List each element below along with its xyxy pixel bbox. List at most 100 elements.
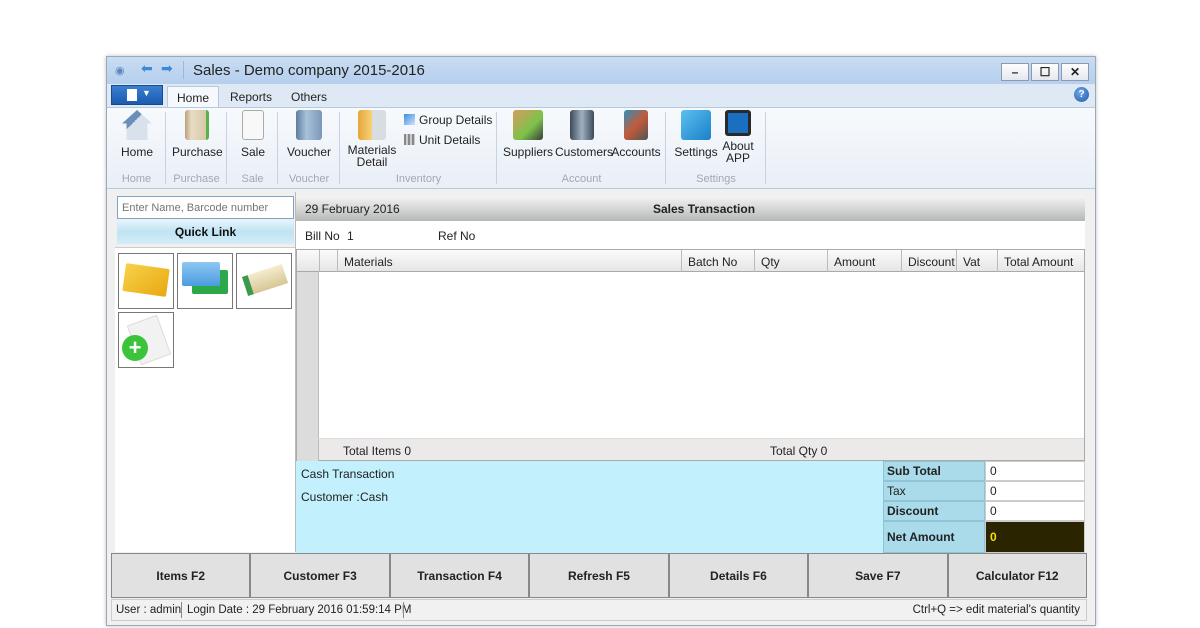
search-input[interactable]: [117, 196, 294, 219]
quick-link-new[interactable]: +: [118, 312, 174, 368]
tax-label: Tax: [883, 481, 985, 501]
group-details-button[interactable]: Group Details: [404, 113, 492, 127]
total-items: Total Items 0: [343, 444, 412, 458]
totals-panel: Sub Total 0 Tax 0 Discount 0 Net Amount …: [883, 461, 1085, 553]
group-label-settings: Settings: [696, 173, 736, 185]
sub-total-value: 0: [985, 461, 1085, 481]
help-icon[interactable]: ?: [1074, 87, 1089, 102]
purchase-button[interactable]: Purchase: [172, 110, 223, 159]
divider: [183, 61, 184, 79]
group-purchase: Purchase Purchase: [166, 108, 227, 188]
column-header-amount[interactable]: Amount: [827, 250, 901, 272]
details-button[interactable]: Details F6: [668, 553, 809, 598]
bill-info-row: Bill No 1 Ref No: [296, 221, 1085, 249]
divider: [181, 602, 182, 618]
transaction-info-panel: Cash Transaction Customer : Cash: [296, 461, 883, 553]
quick-link-cash[interactable]: [118, 253, 174, 309]
quick-link-header: Quick Link: [117, 220, 294, 244]
customer-value: Cash: [360, 490, 389, 504]
banknotes-icon: [122, 263, 170, 297]
group-label-inventory: Inventory: [395, 173, 442, 185]
quick-link-card[interactable]: [177, 253, 233, 309]
discount-row: Discount 0: [883, 501, 1085, 521]
group-details-label: Group Details: [419, 113, 493, 127]
customer-label: Customer :: [301, 490, 360, 504]
notebook-icon: [185, 110, 209, 140]
status-hint: Ctrl+Q => edit material's quantity: [912, 604, 1080, 616]
materials-grid[interactable]: Materials Batch No Qty Amount Discount V…: [296, 249, 1085, 461]
window-title: Sales - Demo company 2015-2016: [193, 62, 425, 79]
accounts-icon: [624, 110, 648, 140]
sale-button-label: Sale: [240, 145, 266, 159]
contact-book-icon: [570, 110, 594, 140]
group-label-account: Account: [561, 173, 602, 185]
customers-button[interactable]: Customers: [555, 110, 613, 158]
accounts-label: Accounts: [611, 145, 661, 159]
purchase-button-label: Purchase: [172, 145, 223, 159]
group-account: Suppliers Customers Accounts Account: [497, 108, 666, 188]
minimize-button[interactable]: –: [1001, 63, 1029, 81]
back-arrow-icon[interactable]: ⬅: [141, 60, 153, 77]
app-window: ◉ ⬅ ➡ Sales - Demo company 2015-2016 – ☐…: [106, 56, 1096, 626]
row-header-column: [297, 272, 319, 438]
credit-card-icon: [182, 262, 220, 286]
group-voucher: Voucher Voucher: [278, 108, 340, 188]
group-home: Home Home: [107, 108, 166, 188]
column-header-total-amount[interactable]: Total Amount: [997, 250, 1084, 272]
column-header-vat[interactable]: Vat: [956, 250, 997, 272]
column-header-batch-no[interactable]: Batch No: [681, 250, 754, 272]
column-header-qty[interactable]: Qty: [754, 250, 827, 272]
add-icon: +: [122, 335, 148, 361]
group-label-voucher: Voucher: [288, 173, 330, 185]
status-user: User : admin: [116, 604, 182, 616]
unit-details-label: Unit Details: [419, 133, 481, 147]
function-button-bar: Items F2 Customer F3 Transaction F4 Refr…: [111, 553, 1087, 598]
voucher-button[interactable]: Voucher: [285, 110, 333, 158]
save-button[interactable]: Save F7: [808, 553, 948, 598]
items-button[interactable]: Items F2: [111, 553, 251, 598]
transaction-button[interactable]: Transaction F4: [389, 553, 530, 598]
handshake-icon: [513, 110, 543, 140]
folder-icon: [358, 110, 386, 140]
application-menu-button[interactable]: ▼: [111, 85, 163, 105]
settings-button[interactable]: Settings: [674, 110, 718, 158]
document-icon: [127, 89, 137, 101]
divider: [403, 602, 404, 618]
materials-detail-button[interactable]: Materials Detail: [346, 110, 398, 168]
unit-details-button[interactable]: Unit Details: [404, 133, 480, 147]
home-button[interactable]: Home: [117, 110, 157, 158]
transaction-date: 29 February 2016: [305, 202, 400, 216]
invoice-icon: [242, 110, 264, 140]
net-amount-row: Net Amount 0: [883, 521, 1085, 553]
close-button[interactable]: ✕: [1061, 63, 1089, 81]
suppliers-button[interactable]: Suppliers: [503, 110, 553, 158]
tab-others[interactable]: Others: [282, 86, 336, 107]
group-label-sale: Sale: [241, 173, 264, 185]
customer-button[interactable]: Customer F3: [250, 553, 390, 598]
discount-value[interactable]: 0: [985, 501, 1085, 521]
tax-value[interactable]: 0: [985, 481, 1085, 501]
quick-link-panel: +: [115, 247, 296, 552]
group-label-purchase: Purchase: [173, 173, 220, 185]
forward-arrow-icon[interactable]: ➡: [161, 60, 173, 77]
sale-button[interactable]: Sale: [235, 110, 271, 158]
sub-total-label: Sub Total: [883, 461, 985, 481]
refresh-button[interactable]: Refresh F5: [529, 553, 669, 598]
group-sale: Sale Sale: [227, 108, 278, 188]
ribbon-tabs: ▼ Home Reports Others ?: [107, 84, 1095, 107]
quick-link-cheque[interactable]: [236, 253, 292, 309]
home-button-label: Home: [120, 145, 153, 159]
about-app-button[interactable]: About APP: [720, 110, 756, 164]
calculator-button[interactable]: Calculator F12: [947, 553, 1087, 598]
settings-label: Settings: [674, 145, 718, 159]
column-header-discount[interactable]: Discount: [901, 250, 956, 272]
tab-home[interactable]: Home: [167, 86, 220, 107]
chevron-down-icon: ▼: [142, 88, 151, 98]
title-bar: ◉ ⬅ ➡ Sales - Demo company 2015-2016 – ☐…: [107, 57, 1095, 84]
tab-reports[interactable]: Reports: [221, 86, 281, 107]
accounts-button[interactable]: Accounts: [611, 110, 661, 158]
maximize-button[interactable]: ☐: [1031, 63, 1059, 81]
column-header-materials[interactable]: Materials: [337, 250, 681, 272]
row-header-corner: [297, 250, 319, 272]
transaction-title: Sales Transaction: [653, 202, 756, 216]
